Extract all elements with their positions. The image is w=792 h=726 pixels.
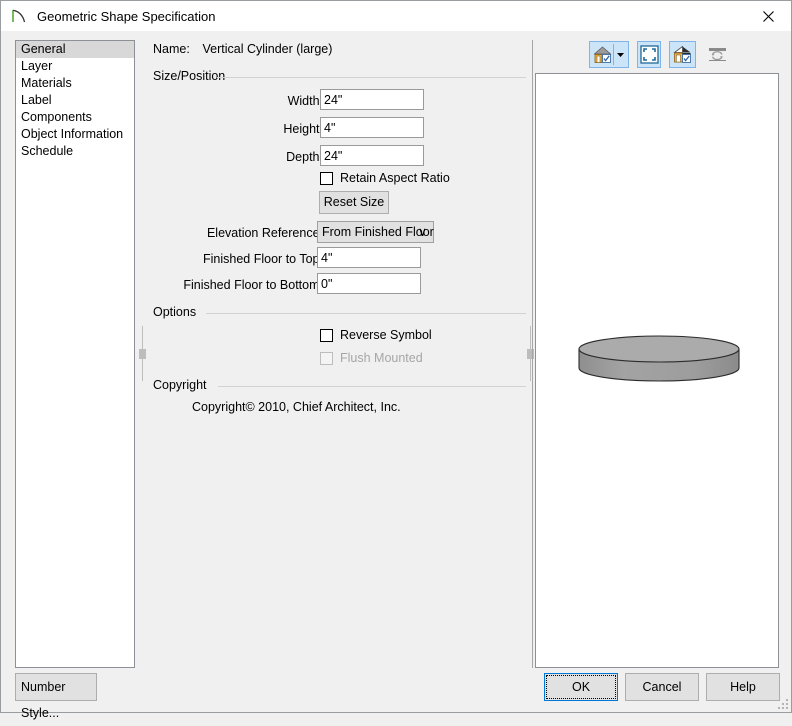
elevation-reference-select[interactable]: From Finished Floor ∨ xyxy=(317,221,434,243)
height-label: Height: xyxy=(283,122,323,136)
width-label: Width: xyxy=(287,94,323,108)
height-input[interactable] xyxy=(320,117,424,138)
close-icon[interactable] xyxy=(746,1,791,31)
toolbar-separator xyxy=(612,43,614,65)
sidebar-item-components[interactable]: Components xyxy=(16,109,134,126)
preview-panel[interactable] xyxy=(535,73,779,668)
help-button[interactable]: Help xyxy=(706,673,780,701)
copyright-text: Copyright© 2010, Chief Architect, Inc. xyxy=(192,400,401,414)
perspective-view-button[interactable] xyxy=(669,40,696,68)
fill-window-icon xyxy=(639,44,659,64)
name-row: Name: Vertical Cylinder (large) xyxy=(153,42,332,56)
group-title-copyright: Copyright xyxy=(153,378,212,392)
elevation-reference-label: Elevation Reference: xyxy=(206,226,323,240)
field-row-elevation-reference: Elevation Reference: xyxy=(146,222,323,244)
category-list[interactable]: General Layer Materials Label Components… xyxy=(15,40,135,668)
sidebar-item-object-information[interactable]: Object Information xyxy=(16,126,134,143)
cancel-button[interactable]: Cancel xyxy=(625,673,699,701)
vertical-cylinder-shape xyxy=(578,335,740,382)
house-view-button[interactable] xyxy=(589,40,629,68)
reverse-symbol-checkbox[interactable]: Reverse Symbol xyxy=(320,326,432,344)
checkbox-box xyxy=(320,351,333,365)
content-divider xyxy=(532,40,533,668)
group-title-size-position: Size/Position xyxy=(153,69,231,83)
group-rule xyxy=(206,313,526,314)
title-bar: Geometric Shape Specification xyxy=(1,1,791,31)
reverse-symbol-label: Reverse Symbol xyxy=(340,328,432,342)
fill-window-button[interactable] xyxy=(637,40,661,68)
rotate-button[interactable] xyxy=(704,41,731,68)
ok-button[interactable]: OK xyxy=(544,673,618,701)
resize-grip[interactable] xyxy=(776,697,788,709)
sidebar-item-label[interactable]: Label xyxy=(16,92,134,109)
number-style-button[interactable]: Number Style... xyxy=(15,673,97,720)
preview-toolbar xyxy=(589,39,739,69)
name-value: Vertical Cylinder (large) xyxy=(202,42,333,56)
depth-label: Depth: xyxy=(286,150,323,164)
finished-floor-to-top-label: Finished Floor to Top: xyxy=(203,252,323,266)
sidebar-item-layer[interactable]: Layer xyxy=(16,58,134,75)
retain-aspect-ratio-label: Retain Aspect Ratio xyxy=(340,171,450,185)
retain-aspect-ratio-checkbox[interactable]: Retain Aspect Ratio xyxy=(320,169,450,187)
field-row-depth: Depth: xyxy=(146,146,323,168)
field-row-finished-floor-to-bottom: Finished Floor to Bottom: xyxy=(146,274,323,296)
checkbox-box[interactable] xyxy=(320,328,333,342)
window-title: Geometric Shape Specification xyxy=(37,8,216,24)
name-label: Name: xyxy=(153,42,190,56)
finished-floor-to-bottom-input[interactable] xyxy=(317,273,421,294)
flush-mounted-checkbox: Flush Mounted xyxy=(320,349,423,367)
reset-size-button[interactable]: Reset Size xyxy=(319,191,389,214)
chevron-down-icon[interactable]: ∨ xyxy=(418,222,427,242)
sidebar-item-materials[interactable]: Materials xyxy=(16,75,134,92)
dialog-window: Geometric Shape Specification General La… xyxy=(0,0,792,720)
group-rule xyxy=(217,77,526,78)
depth-input[interactable] xyxy=(320,145,424,166)
splitter-grip[interactable] xyxy=(139,348,146,359)
field-row-finished-floor-to-top: Finished Floor to Top: xyxy=(146,248,323,270)
checkbox-box[interactable] xyxy=(320,171,333,185)
finished-floor-to-top-input[interactable] xyxy=(317,247,421,268)
finished-floor-to-bottom-label: Finished Floor to Bottom: xyxy=(183,278,323,292)
flush-mounted-label: Flush Mounted xyxy=(340,351,423,365)
field-row-width: Width: xyxy=(146,90,323,112)
dialog-footer: Number Style... OK Cancel Help xyxy=(1,668,791,720)
group-rule xyxy=(218,386,526,387)
width-input[interactable] xyxy=(320,89,424,110)
chevron-down-icon xyxy=(616,52,624,57)
sidebar-item-schedule[interactable]: Schedule xyxy=(16,143,134,160)
general-panel: Name: Vertical Cylinder (large) Size/Pos… xyxy=(146,39,526,669)
sidebar-item-general[interactable]: General xyxy=(16,41,134,58)
field-row-height: Height: xyxy=(146,118,323,140)
rotate-icon xyxy=(709,47,726,61)
group-title-options: Options xyxy=(153,305,202,319)
shape-curve-icon xyxy=(10,7,28,25)
house-view-icon xyxy=(592,45,612,63)
perspective-view-icon xyxy=(673,45,691,63)
